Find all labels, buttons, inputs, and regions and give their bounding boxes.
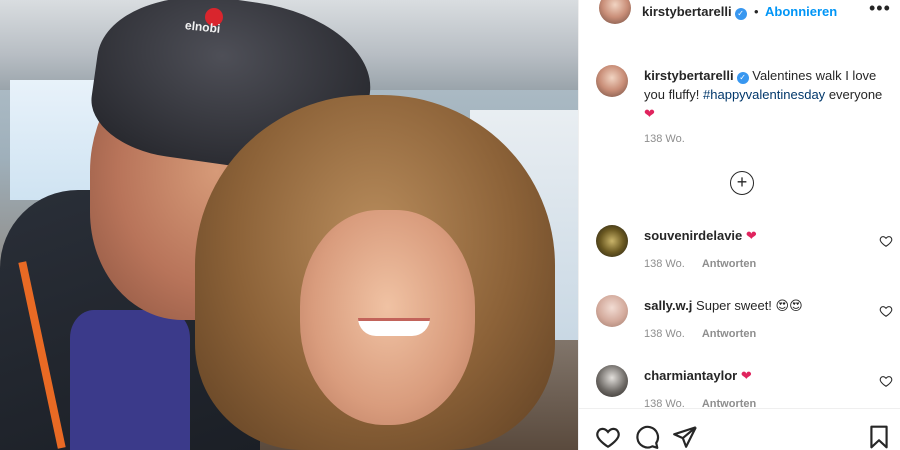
caption-author-avatar[interactable] — [596, 65, 628, 97]
author-avatar[interactable] — [599, 0, 631, 24]
more-options-icon[interactable]: ••• — [869, 0, 890, 20]
red-heart-emoji-icon: ❤ — [644, 106, 655, 121]
comment-reply-button[interactable]: Antworten — [702, 258, 756, 270]
bookmark-icon[interactable] — [866, 424, 892, 450]
photo-shirt — [70, 310, 190, 450]
comment-username[interactable]: sally.w.j — [644, 298, 692, 313]
heart-eyes-emoji-icon: 😍😍 — [775, 298, 803, 313]
comment-timestamp: 138 Wo. — [644, 328, 685, 340]
comment-avatar[interactable] — [596, 295, 628, 327]
comment-body: Super sweet! — [696, 298, 772, 313]
comment-like-heart-icon[interactable] — [879, 304, 893, 318]
comment-avatar[interactable] — [596, 365, 628, 397]
caption-timestamp: 138 Wo. — [644, 133, 685, 145]
red-heart-emoji-icon: ❤ — [740, 368, 752, 383]
author-username-text[interactable]: kirstybertarelli — [642, 4, 732, 19]
post-action-bar — [579, 408, 900, 450]
heart-icon[interactable] — [595, 424, 621, 450]
share-icon[interactable] — [672, 424, 698, 450]
comment-timestamp: 138 Wo. — [644, 258, 685, 270]
post-header: kirstybertarelli ✓ • Abonnieren ••• — [579, 0, 900, 26]
author-username[interactable]: kirstybertarelli ✓ — [642, 4, 747, 20]
caption-suffix: everyone — [828, 87, 883, 102]
comment-username[interactable]: souvenirdelavie — [644, 228, 742, 243]
verified-badge-icon: ✓ — [734, 8, 747, 20]
post-side-panel: kirstybertarelli ✓ • Abonnieren ••• kirst… — [578, 0, 900, 450]
comment-meta: 138 Wo. Antworten — [644, 258, 770, 270]
comment-reply-button[interactable]: Antworten — [702, 328, 756, 340]
verified-badge-icon: ✓ — [736, 72, 749, 84]
comment-avatar[interactable] — [596, 225, 628, 257]
red-heart-emoji-icon: ❤ — [745, 228, 757, 243]
photo-smile — [358, 318, 430, 336]
load-more-comments-button[interactable]: + — [730, 171, 754, 195]
caption-hashtag[interactable]: #happyvalentinesday — [703, 87, 825, 102]
comment-meta: 138 Wo. Antworten — [644, 328, 770, 340]
comment-like-heart-icon[interactable] — [879, 374, 893, 388]
post-photo[interactable]: elnobi — [0, 0, 578, 450]
comment-item: sally.w.j Super sweet! 😍😍 138 Wo. Antwor… — [579, 295, 900, 355]
header-separator: • — [754, 4, 759, 19]
comment-text: souvenirdelavie ❤ — [644, 228, 864, 244]
comment-icon[interactable] — [634, 424, 660, 450]
comment-text: charmiantaylor ❤ — [644, 368, 864, 384]
caption-username[interactable]: kirstybertarelli — [644, 68, 734, 83]
caption-text: kirstybertarelli ✓ Valentines walk I love… — [644, 66, 889, 123]
comment-like-heart-icon[interactable] — [879, 234, 893, 248]
comment-username[interactable]: charmiantaylor — [644, 368, 737, 383]
comment-item: souvenirdelavie ❤ 138 Wo. Antworten — [579, 225, 900, 285]
follow-button[interactable]: Abonnieren — [765, 4, 837, 19]
comment-text: sally.w.j Super sweet! 😍😍 — [644, 298, 864, 314]
